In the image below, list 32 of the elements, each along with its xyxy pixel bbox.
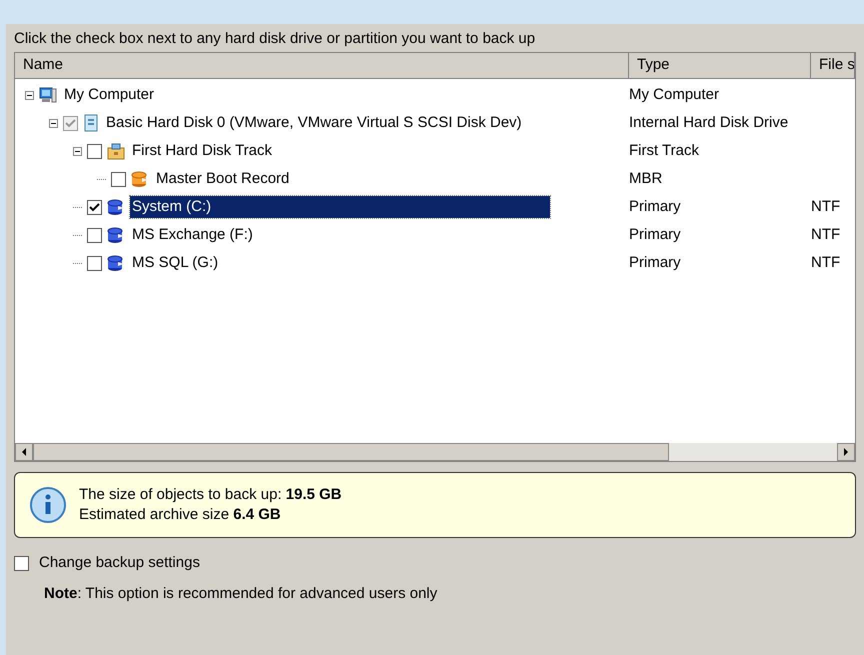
instruction-text: Click the check box next to any hard disk drive or partition you want to back up <box>14 29 536 49</box>
database-icon <box>107 254 125 272</box>
table-cell-text: My Computer <box>629 84 720 105</box>
collapse-toggle[interactable] <box>25 90 34 100</box>
table-cell-text: Primary <box>629 196 682 217</box>
note-text: Note: This option is recommended for advanced users only <box>44 584 438 604</box>
table-cell-text: NTF <box>811 252 840 273</box>
table-cell-text: NTF <box>811 196 840 217</box>
column-header[interactable]: Name <box>15 53 629 78</box>
right-arrow-icon[interactable] <box>843 448 849 456</box>
table-cell-text: NTF <box>811 224 840 245</box>
info-text: Estimated archive size 6.4 GB <box>79 505 282 525</box>
toolbox-icon <box>107 142 125 160</box>
database-icon <box>131 170 149 188</box>
table-cell-text: MBR <box>629 168 664 189</box>
checkbox-label[interactable]: Change backup settings <box>39 552 200 574</box>
left-arrow-icon[interactable] <box>21 448 27 456</box>
table-cell-text: First Track <box>629 140 700 161</box>
computer-icon <box>39 86 57 104</box>
column-header[interactable]: File s <box>811 53 855 78</box>
info-icon <box>29 486 67 524</box>
info-text: The size of objects to back up: 19.5 GB <box>79 485 342 505</box>
table-cell-text: Primary <box>629 224 682 245</box>
database-icon <box>107 226 125 244</box>
database-icon <box>107 198 125 216</box>
tree-item[interactable]: My Computer <box>62 84 156 106</box>
table-cell-text: Primary <box>629 252 682 273</box>
drive-icon <box>83 114 99 132</box>
column-header[interactable]: Type <box>629 53 811 78</box>
horizontal-scrollbar[interactable] <box>15 443 855 461</box>
table-cell-text: Internal Hard Disk Drive <box>629 112 790 133</box>
settings-checkbox[interactable] <box>14 556 29 571</box>
